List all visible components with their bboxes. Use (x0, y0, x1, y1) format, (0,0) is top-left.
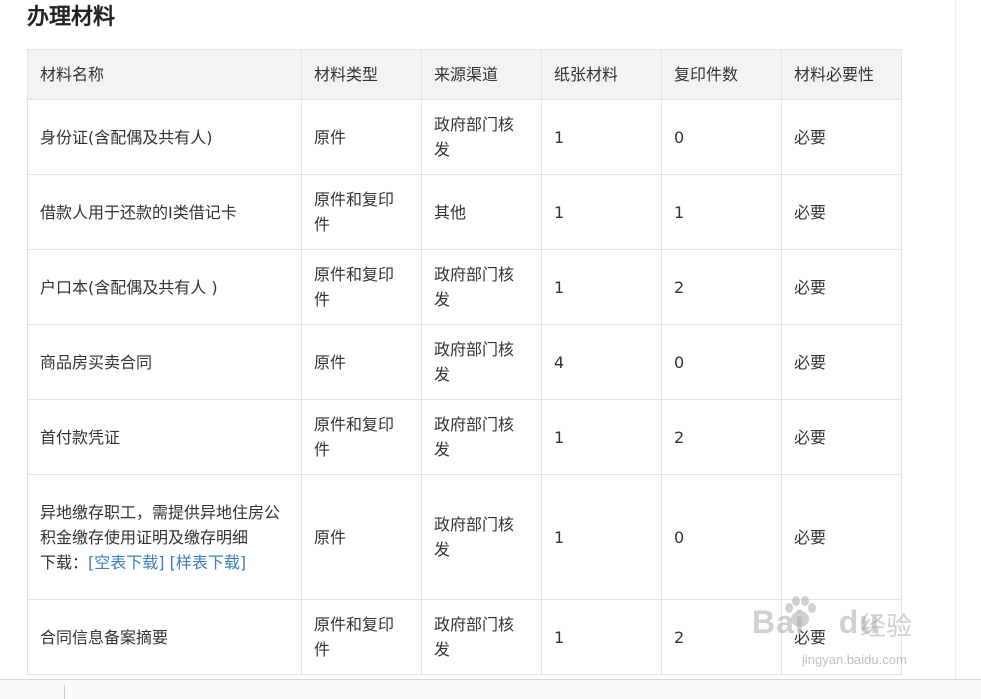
cell-material-type: 原件 (301, 324, 422, 400)
table-row: 借款人用于还款的I类借记卡 原件和复印件 其他 1 1 必要 (27, 174, 902, 250)
cell-source-channel: 政府部门核发 (421, 99, 542, 175)
cell-paper-count: 1 (541, 174, 662, 250)
cell-source-channel: 其他 (421, 174, 542, 250)
cell-material-name: 首付款凭证 (27, 399, 302, 475)
table-row: 首付款凭证 原件和复印件 政府部门核发 1 2 必要 (27, 399, 902, 475)
header-material-name: 材料名称 (27, 49, 302, 100)
cell-material-type: 原件 (301, 474, 422, 600)
cell-paper-count: 1 (541, 249, 662, 325)
cell-copies-count: 2 (661, 599, 782, 675)
table-row: 身份证(含配偶及共有人) 原件 政府部门核发 1 0 必要 (27, 99, 902, 175)
cell-paper-count: 4 (541, 324, 662, 400)
cell-copies-count: 2 (661, 399, 782, 475)
cell-necessity: 必要 (781, 324, 902, 400)
cell-necessity: 必要 (781, 99, 902, 175)
cell-material-type: 原件和复印件 (301, 399, 422, 475)
blank-form-download-link[interactable]: [空表下载] (88, 553, 165, 572)
cell-source-channel: 政府部门核发 (421, 474, 542, 600)
table-row: 商品房买卖合同 原件 政府部门核发 4 0 必要 (27, 324, 902, 400)
cell-source-channel: 政府部门核发 (421, 324, 542, 400)
cell-necessity: 必要 (781, 249, 902, 325)
cell-paper-count: 1 (541, 599, 662, 675)
material-name-text: 异地缴存职工，需提供异地住房公积金缴存使用证明及缴存明细 (40, 502, 281, 547)
cell-source-channel: 政府部门核发 (421, 599, 542, 675)
cell-material-type: 原件 (301, 99, 422, 175)
cell-material-name: 户口本(含配偶及共有人 ) (27, 249, 302, 325)
cell-paper-count: 1 (541, 399, 662, 475)
cell-material-name: 合同信息备案摘要 (27, 599, 302, 675)
bottom-bar-divider (64, 685, 65, 699)
cell-necessity: 必要 (781, 599, 902, 675)
cell-copies-count: 2 (661, 249, 782, 325)
table-row: 户口本(含配偶及共有人 ) 原件和复印件 政府部门核发 1 2 必要 (27, 249, 902, 325)
download-line: 下载：[空表下载] [样表下载] (40, 550, 289, 575)
cell-material-type: 原件和复印件 (301, 599, 422, 675)
table-row: 异地缴存职工，需提供异地住房公积金缴存使用证明及缴存明细 下载：[空表下载] [… (27, 474, 902, 600)
materials-table: 材料名称 材料类型 来源渠道 纸张材料 复印件数 材料必要性 身份证(含配偶及共… (27, 49, 902, 675)
cell-material-type: 原件和复印件 (301, 174, 422, 250)
sample-form-download-link[interactable]: [样表下载] (170, 553, 247, 572)
header-material-type: 材料类型 (301, 49, 422, 100)
header-necessity: 材料必要性 (781, 49, 902, 100)
cell-paper-count: 1 (541, 474, 662, 600)
cell-copies-count: 0 (661, 324, 782, 400)
section-title: 办理材料 (27, 5, 116, 30)
header-copies-count: 复印件数 (661, 49, 782, 100)
header-paper-count: 纸张材料 (541, 49, 662, 100)
cell-material-name: 身份证(含配偶及共有人) (27, 99, 302, 175)
cell-necessity: 必要 (781, 474, 902, 600)
cell-necessity: 必要 (781, 399, 902, 475)
page-edge-divider (955, 0, 956, 698)
cell-material-name: 异地缴存职工，需提供异地住房公积金缴存使用证明及缴存明细 下载：[空表下载] [… (27, 474, 302, 600)
bottom-scroll-bar (0, 679, 981, 699)
cell-material-type: 原件和复印件 (301, 249, 422, 325)
cell-source-channel: 政府部门核发 (421, 399, 542, 475)
cell-paper-count: 1 (541, 99, 662, 175)
cell-necessity: 必要 (781, 174, 902, 250)
cell-source-channel: 政府部门核发 (421, 249, 542, 325)
table-header-row: 材料名称 材料类型 来源渠道 纸张材料 复印件数 材料必要性 (27, 49, 902, 100)
cell-material-name: 商品房买卖合同 (27, 324, 302, 400)
table-row: 合同信息备案摘要 原件和复印件 政府部门核发 1 2 必要 (27, 599, 902, 675)
header-source-channel: 来源渠道 (421, 49, 542, 100)
cell-copies-count: 0 (661, 474, 782, 600)
cell-copies-count: 0 (661, 99, 782, 175)
cell-copies-count: 1 (661, 174, 782, 250)
cell-material-name: 借款人用于还款的I类借记卡 (27, 174, 302, 250)
download-label: 下载： (40, 552, 89, 572)
